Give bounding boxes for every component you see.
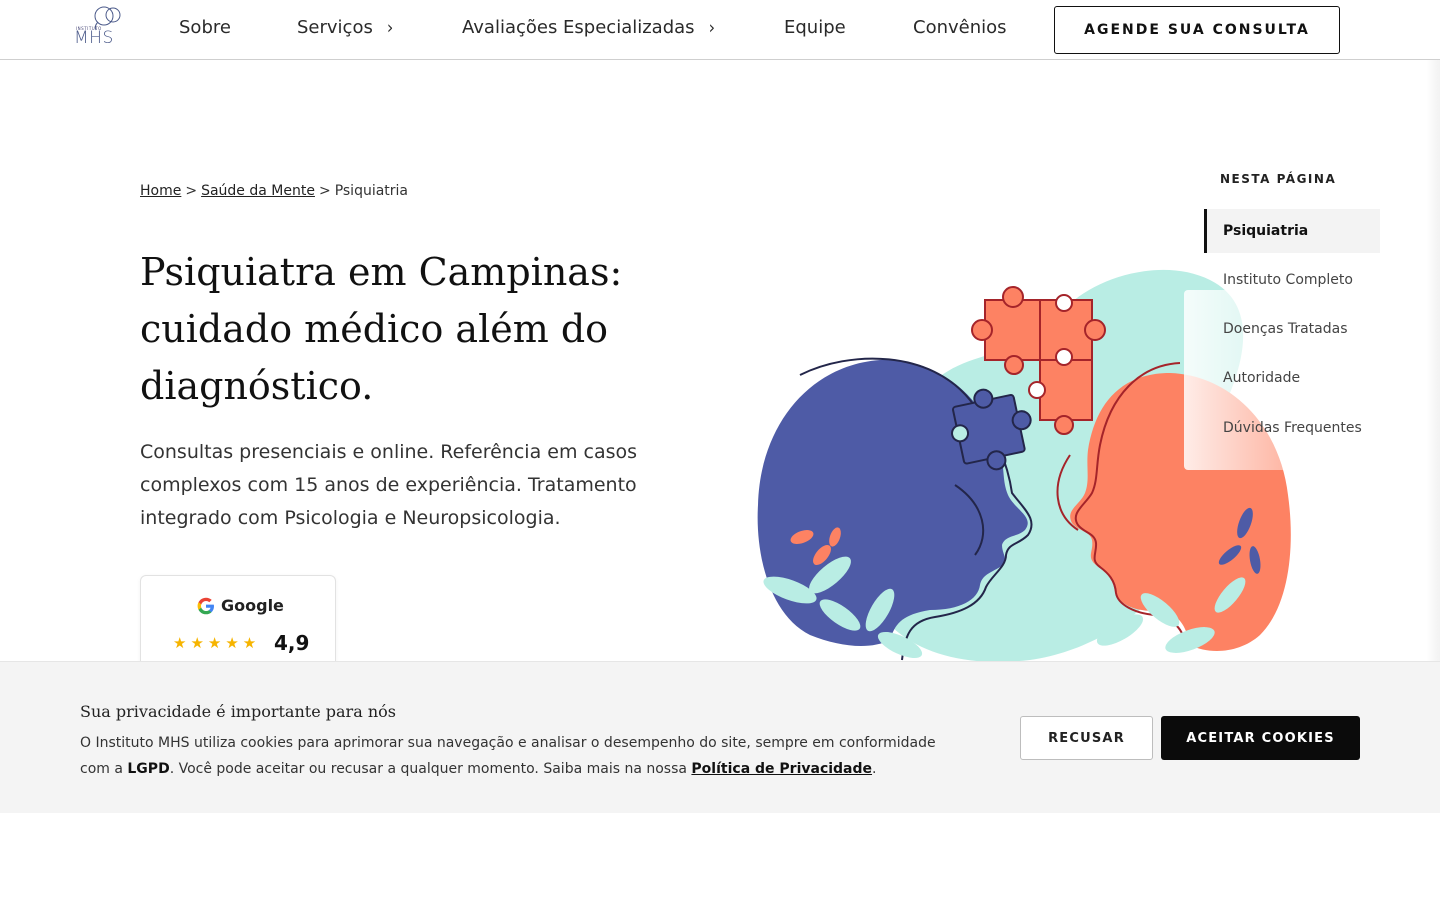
nav-avaliacoes[interactable]: Avaliações Especializadas › [462, 17, 715, 38]
nav-label: Convênios [913, 17, 1007, 38]
nav-label: Serviços [297, 17, 373, 38]
toc-heading: NESTA PÁGINA [1220, 172, 1337, 186]
toc-item-doencas-tratadas[interactable]: Doenças Tratadas [1204, 307, 1380, 351]
breadcrumb: Home > Saúde da Mente > Psiquiatria [140, 183, 408, 199]
decline-cookies-button[interactable]: RECUSAR [1020, 716, 1153, 760]
cookie-lgpd: LGPD [127, 761, 170, 777]
cookie-title: Sua privacidade é importante para nós [80, 702, 396, 721]
logo-text: MHS [74, 28, 114, 48]
toc-item-autoridade[interactable]: Autoridade [1204, 356, 1380, 400]
page-subtitle: Consultas presenciais e online. Referênc… [140, 441, 638, 529]
nav-servicos[interactable]: Serviços › [297, 17, 393, 38]
cookie-banner: Sua privacidade é importante para nós O … [0, 661, 1440, 813]
google-rating-card[interactable]: Google ★★★★★ 4,9 [140, 575, 336, 675]
google-card-header: Google [197, 596, 284, 615]
page-title: Psiquiatra em Campinas: cuidado médico a… [140, 250, 623, 408]
privacy-policy-link[interactable]: Política de Privacidade [691, 761, 872, 777]
google-label: Google [221, 596, 284, 615]
breadcrumb-separator: > [318, 183, 331, 199]
breadcrumb-separator: > [185, 183, 198, 199]
nav-sobre[interactable]: Sobre [179, 17, 231, 38]
breadcrumb-current: Psiquiatria [334, 183, 409, 199]
toc-item-instituto-completo[interactable]: Instituto Completo [1204, 258, 1380, 302]
cookie-text: O Instituto MHS utiliza cookies para apr… [80, 730, 950, 782]
schedule-appointment-button[interactable]: AGENDE SUA CONSULTA [1054, 6, 1340, 54]
google-logo-icon [197, 597, 214, 614]
logo[interactable]: INSTITUTO MHS [74, 4, 126, 52]
toc-item-psiquiatria[interactable]: Psiquiatria [1204, 209, 1380, 253]
cookie-text-part: . Você pode aceitar ou recusar a qualque… [169, 761, 692, 777]
breadcrumb-saude-link[interactable]: Saúde da Mente [201, 183, 315, 199]
chevron-right-icon: › [708, 17, 715, 38]
accept-cookies-button[interactable]: ACEITAR COOKIES [1161, 716, 1360, 760]
chevron-right-icon: › [386, 17, 394, 38]
cookie-text-part: . [872, 761, 877, 777]
nav-label: Avaliações Especializadas [462, 17, 695, 38]
breadcrumb-home-link[interactable]: Home [140, 183, 181, 199]
nav-equipe[interactable]: Equipe [784, 17, 846, 38]
table-of-contents: NESTA PÁGINA Psiquiatria Instituto Compl… [1184, 160, 1440, 480]
nav-convenios[interactable]: Convênios [913, 17, 1007, 38]
rating-value: 4,9 [274, 631, 310, 655]
nav-label: Equipe [784, 17, 846, 38]
site-header: INSTITUTO MHS Sobre Serviços › Avaliações… [0, 0, 1440, 60]
rating-stars: ★★★★★ [173, 634, 261, 652]
nav-label: Sobre [179, 17, 231, 38]
toc-item-duvidas-frequentes[interactable]: Dúvidas Frequentes [1204, 406, 1380, 450]
